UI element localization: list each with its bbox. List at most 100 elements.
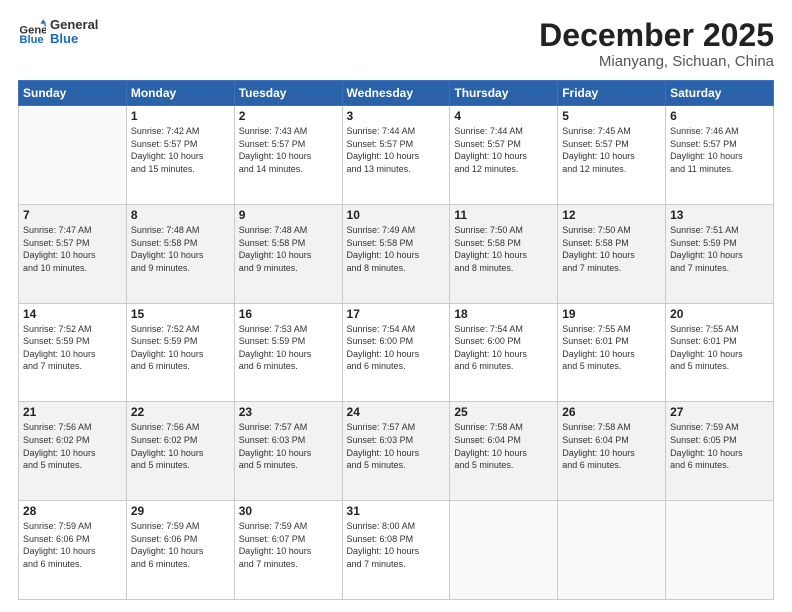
day-info: Sunrise: 7:54 AMSunset: 6:00 PMDaylight:… [454,323,553,373]
day-number: 4 [454,109,553,123]
calendar-cell: 1 Sunrise: 7:42 AMSunset: 5:57 PMDaylight… [126,106,234,205]
logo: General Blue General Blue [18,18,98,47]
week-row-4: 21 Sunrise: 7:56 AMSunset: 6:02 PMDayligh… [19,402,774,501]
day-number: 6 [670,109,769,123]
day-info: Sunrise: 7:48 AMSunset: 5:58 PMDaylight:… [239,224,338,274]
day-info: Sunrise: 7:55 AMSunset: 6:01 PMDaylight:… [562,323,661,373]
day-info: Sunrise: 7:57 AMSunset: 6:03 PMDaylight:… [239,421,338,471]
week-row-1: 1 Sunrise: 7:42 AMSunset: 5:57 PMDaylight… [19,106,774,205]
calendar-cell: 17 Sunrise: 7:54 AMSunset: 6:00 PMDayligh… [342,303,450,402]
day-info: Sunrise: 7:42 AMSunset: 5:57 PMDaylight:… [131,125,230,175]
calendar-cell: 18 Sunrise: 7:54 AMSunset: 6:00 PMDayligh… [450,303,558,402]
day-number: 28 [23,504,122,518]
day-number: 17 [347,307,446,321]
week-row-5: 28 Sunrise: 7:59 AMSunset: 6:06 PMDayligh… [19,501,774,600]
day-number: 24 [347,405,446,419]
day-number: 18 [454,307,553,321]
page: General Blue General Blue December 2025 … [0,0,792,612]
day-number: 31 [347,504,446,518]
day-number: 9 [239,208,338,222]
weekday-header-tuesday: Tuesday [234,81,342,106]
title-block: December 2025 Mianyang, Sichuan, China [539,18,774,70]
day-info: Sunrise: 7:56 AMSunset: 6:02 PMDaylight:… [23,421,122,471]
day-number: 8 [131,208,230,222]
day-info: Sunrise: 7:52 AMSunset: 5:59 PMDaylight:… [23,323,122,373]
location-title: Mianyang, Sichuan, China [539,53,774,70]
day-number: 10 [347,208,446,222]
calendar-cell: 31 Sunrise: 8:00 AMSunset: 6:08 PMDayligh… [342,501,450,600]
day-info: Sunrise: 7:54 AMSunset: 6:00 PMDaylight:… [347,323,446,373]
header: General Blue General Blue December 2025 … [18,18,774,70]
calendar-cell [450,501,558,600]
calendar-cell: 15Sunrise: 7:52 AMSunset: 5:59 PMDayligh… [126,303,234,402]
calendar-cell: 2Sunrise: 7:43 AMSunset: 5:57 PMDaylight… [234,106,342,205]
week-row-3: 14 Sunrise: 7:52 AMSunset: 5:59 PMDayligh… [19,303,774,402]
day-info: Sunrise: 8:00 AMSunset: 6:08 PMDaylight:… [347,520,446,570]
day-info: Sunrise: 7:51 AMSunset: 5:59 PMDaylight:… [670,224,769,274]
day-number: 15 [131,307,230,321]
calendar-cell [19,106,127,205]
day-number: 16 [239,307,338,321]
calendar-cell: 30 Sunrise: 7:59 AMSunset: 6:07 PMDayligh… [234,501,342,600]
day-info: Sunrise: 7:58 AMSunset: 6:04 PMDaylight:… [562,421,661,471]
calendar-cell: 19 Sunrise: 7:55 AMSunset: 6:01 PMDayligh… [558,303,666,402]
calendar-cell: 22 Sunrise: 7:56 AMSunset: 6:02 PMDayligh… [126,402,234,501]
month-title: December 2025 [539,18,774,53]
day-number: 27 [670,405,769,419]
day-number: 30 [239,504,338,518]
calendar-cell: 29Sunrise: 7:59 AMSunset: 6:06 PMDayligh… [126,501,234,600]
day-info: Sunrise: 7:59 AMSunset: 6:05 PMDaylight:… [670,421,769,471]
calendar-cell: 10Sunrise: 7:49 AMSunset: 5:58 PMDayligh… [342,204,450,303]
calendar-cell [558,501,666,600]
day-number: 13 [670,208,769,222]
calendar-cell: 25 Sunrise: 7:58 AMSunset: 6:04 PMDayligh… [450,402,558,501]
weekday-header-saturday: Saturday [666,81,774,106]
day-info: Sunrise: 7:44 AMSunset: 5:57 PMDaylight:… [347,125,446,175]
weekday-header-wednesday: Wednesday [342,81,450,106]
weekday-header-thursday: Thursday [450,81,558,106]
day-number: 14 [23,307,122,321]
calendar-cell: 11 Sunrise: 7:50 AMSunset: 5:58 PMDayligh… [450,204,558,303]
weekday-header-sunday: Sunday [19,81,127,106]
day-info: Sunrise: 7:50 AMSunset: 5:58 PMDaylight:… [454,224,553,274]
weekday-header-friday: Friday [558,81,666,106]
day-number: 25 [454,405,553,419]
calendar-cell: 16Sunrise: 7:53 AMSunset: 5:59 PMDayligh… [234,303,342,402]
calendar-cell: 9 Sunrise: 7:48 AMSunset: 5:58 PMDaylight… [234,204,342,303]
weekday-header-row: SundayMondayTuesdayWednesdayThursdayFrid… [19,81,774,106]
calendar-cell: 28 Sunrise: 7:59 AMSunset: 6:06 PMDayligh… [19,501,127,600]
day-info: Sunrise: 7:56 AMSunset: 6:02 PMDaylight:… [131,421,230,471]
logo-line1: General [50,18,98,32]
day-info: Sunrise: 7:58 AMSunset: 6:04 PMDaylight:… [454,421,553,471]
svg-text:Blue: Blue [19,34,43,46]
day-number: 22 [131,405,230,419]
day-number: 2 [239,109,338,123]
calendar-cell: 8 Sunrise: 7:48 AMSunset: 5:58 PMDaylight… [126,204,234,303]
day-number: 1 [131,109,230,123]
day-info: Sunrise: 7:48 AMSunset: 5:58 PMDaylight:… [131,224,230,274]
calendar-cell: 23 Sunrise: 7:57 AMSunset: 6:03 PMDayligh… [234,402,342,501]
calendar-cell: 5Sunrise: 7:45 AMSunset: 5:57 PMDaylight… [558,106,666,205]
week-row-2: 7Sunrise: 7:47 AMSunset: 5:57 PMDaylight… [19,204,774,303]
calendar-cell: 21 Sunrise: 7:56 AMSunset: 6:02 PMDayligh… [19,402,127,501]
day-info: Sunrise: 7:55 AMSunset: 6:01 PMDaylight:… [670,323,769,373]
calendar-cell: 20Sunrise: 7:55 AMSunset: 6:01 PMDayligh… [666,303,774,402]
calendar-cell: 3Sunrise: 7:44 AMSunset: 5:57 PMDaylight… [342,106,450,205]
calendar-cell [666,501,774,600]
calendar-cell: 6Sunrise: 7:46 AMSunset: 5:57 PMDaylight… [666,106,774,205]
calendar-cell: 13 Sunrise: 7:51 AMSunset: 5:59 PMDayligh… [666,204,774,303]
day-number: 29 [131,504,230,518]
day-number: 11 [454,208,553,222]
day-info: Sunrise: 7:47 AMSunset: 5:57 PMDaylight:… [23,224,122,274]
calendar-table: SundayMondayTuesdayWednesdayThursdayFrid… [18,80,774,600]
day-number: 12 [562,208,661,222]
logo-icon: General Blue [18,18,46,46]
day-number: 21 [23,405,122,419]
calendar-cell: 26Sunrise: 7:58 AMSunset: 6:04 PMDayligh… [558,402,666,501]
day-info: Sunrise: 7:59 AMSunset: 6:07 PMDaylight:… [239,520,338,570]
calendar-cell: 27 Sunrise: 7:59 AMSunset: 6:05 PMDayligh… [666,402,774,501]
day-number: 23 [239,405,338,419]
day-info: Sunrise: 7:59 AMSunset: 6:06 PMDaylight:… [23,520,122,570]
day-info: Sunrise: 7:57 AMSunset: 6:03 PMDaylight:… [347,421,446,471]
day-number: 19 [562,307,661,321]
